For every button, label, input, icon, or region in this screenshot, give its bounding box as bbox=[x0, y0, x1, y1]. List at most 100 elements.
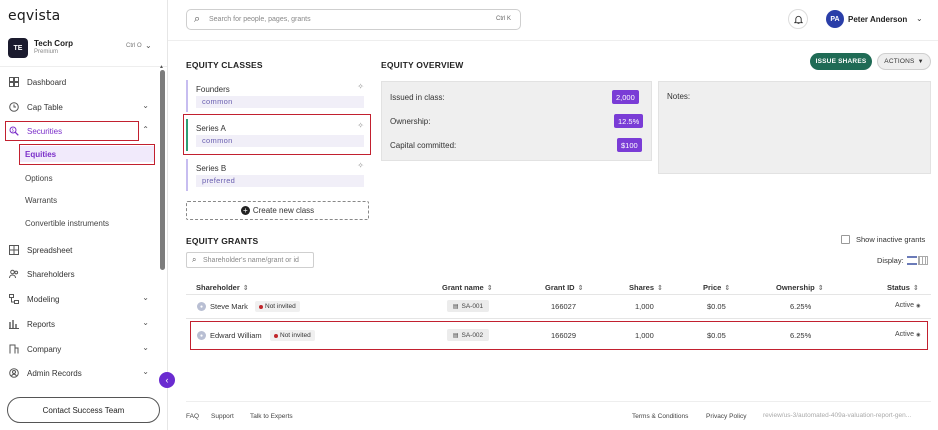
shareholder-name[interactable]: Edward William bbox=[210, 331, 262, 340]
class-name: Series A bbox=[196, 124, 226, 133]
sidebar-item-label: Dashboard bbox=[27, 77, 67, 87]
sidebar-item-modeling[interactable]: Modeling ⌄ bbox=[8, 290, 153, 308]
status-label: Active ◉ bbox=[895, 331, 921, 338]
sidebar-item-dashboard[interactable]: Dashboard bbox=[8, 73, 153, 91]
divider bbox=[0, 66, 167, 67]
sort-icon: ⇕ bbox=[577, 285, 584, 292]
sidebar-subitem-equities[interactable]: Equities bbox=[20, 146, 154, 162]
equity-classes-title: EQUITY CLASSES bbox=[186, 60, 263, 70]
caret-down-icon: ▼ bbox=[917, 58, 924, 65]
class-card-founders[interactable]: Founders common ✧ bbox=[186, 80, 368, 112]
chevron-down-icon: ⌄ bbox=[145, 41, 152, 50]
price: $0.05 bbox=[707, 302, 726, 311]
chevron-down-icon[interactable]: ⌄ bbox=[916, 14, 923, 23]
sidebar-scrollbar[interactable] bbox=[160, 70, 165, 270]
show-inactive-label: Show inactive grants bbox=[856, 235, 926, 244]
footer-link-terms[interactable]: Terms & Conditions bbox=[632, 413, 688, 420]
list-view-icon[interactable] bbox=[906, 256, 917, 265]
price: $0.05 bbox=[707, 331, 726, 340]
grant-search[interactable]: ⌕ Shareholder's name/grant or id bbox=[186, 252, 314, 268]
collapse-sidebar-icon[interactable]: ‹ bbox=[159, 372, 175, 388]
column-header-grant-id[interactable]: Grant ID ⇕ bbox=[545, 283, 583, 292]
sidebar-item-spreadsheet[interactable]: Spreadsheet bbox=[8, 241, 153, 259]
sidebar-item-label: Admin Records bbox=[27, 368, 82, 378]
user-name[interactable]: Peter Anderson bbox=[848, 15, 907, 24]
bell-icon[interactable] bbox=[788, 9, 808, 29]
column-header-ownership[interactable]: Ownership ⇕ bbox=[776, 283, 824, 292]
actions-dropdown-button[interactable]: ACTIONS ▼ bbox=[877, 53, 931, 70]
column-header-shareholder[interactable]: Shareholder ⇕ bbox=[196, 283, 249, 292]
person-icon: ● bbox=[197, 331, 206, 340]
column-header-grant-name[interactable]: Grant name ⇕ bbox=[442, 283, 493, 292]
sidebar-item-label: Reports bbox=[27, 319, 56, 329]
grant-name-badge[interactable]: ▤ SA-002 bbox=[447, 329, 489, 341]
chevron-down-icon: ⌄ bbox=[142, 343, 149, 352]
actions-label: ACTIONS bbox=[884, 58, 915, 65]
certificate-icon: ▤ bbox=[452, 332, 459, 339]
create-new-class-button[interactable]: + Create new class bbox=[186, 201, 369, 220]
grid-view-icon[interactable] bbox=[917, 256, 928, 265]
sidebar-item-securities[interactable]: $ Securities ⌃ bbox=[8, 122, 153, 140]
class-card-series-a[interactable]: Series A common ✧ bbox=[186, 119, 368, 151]
sort-icon: ⇕ bbox=[912, 285, 919, 292]
company-shortcut: Ctrl O bbox=[126, 43, 142, 49]
sidebar-item-label: Cap Table bbox=[27, 102, 63, 112]
sidebar-item-company[interactable]: Company ⌄ bbox=[8, 340, 153, 358]
chevron-up-icon: ⌃ bbox=[142, 125, 149, 134]
sidebar-item-label: Securities bbox=[27, 126, 63, 136]
chevron-down-icon: ⌄ bbox=[142, 318, 149, 327]
sidebar-item-label: Modeling bbox=[27, 294, 60, 304]
show-inactive-toggle[interactable]: Show inactive grants bbox=[841, 235, 925, 244]
issue-shares-button[interactable]: ISSUE SHARES bbox=[810, 53, 872, 70]
sidebar-item-shareholders[interactable]: Shareholders bbox=[8, 265, 153, 283]
capital-label: Capital committed: bbox=[390, 141, 457, 150]
sparkle-icon[interactable]: ✧ bbox=[357, 121, 364, 130]
table-divider bbox=[186, 318, 931, 319]
grant-search-input[interactable]: Shareholder's name/grant or id bbox=[203, 257, 299, 264]
app-logo[interactable]: eqvista bbox=[8, 8, 60, 24]
display-toggle: Display: bbox=[877, 256, 928, 265]
sidebar-subitem-warrants[interactable]: Warrants bbox=[25, 192, 57, 208]
grant-name-badge[interactable]: ▤ SA-001 bbox=[447, 300, 489, 312]
sidebar-item-cap-table[interactable]: Cap Table ⌄ bbox=[8, 98, 153, 116]
contact-success-team-button[interactable]: Contact Success Team bbox=[7, 397, 160, 423]
sparkle-icon[interactable]: ✧ bbox=[357, 161, 364, 170]
footer-link-talk-to-experts[interactable]: Talk to Experts bbox=[250, 413, 293, 420]
user-avatar[interactable]: PA bbox=[826, 10, 844, 28]
sidebar-item-reports[interactable]: Reports ⌄ bbox=[8, 315, 153, 333]
chevron-down-icon: ⌄ bbox=[142, 293, 149, 302]
company-switcher[interactable]: TE Tech Corp Premium Ctrl O ⌄ bbox=[8, 38, 153, 60]
show-inactive-checkbox[interactable] bbox=[841, 235, 850, 244]
sidebar-item-label: Shareholders bbox=[27, 269, 75, 279]
class-card-series-b[interactable]: Series B preferred ✧ bbox=[186, 159, 368, 191]
global-search[interactable]: ⌕ Search for people, pages, grants Ctrl … bbox=[186, 9, 521, 30]
chevron-down-icon: ⌄ bbox=[142, 367, 149, 376]
sparkle-icon[interactable]: ✧ bbox=[357, 82, 364, 91]
sidebar-subitem-convertible-instruments[interactable]: Convertible instruments bbox=[25, 215, 109, 231]
column-header-price[interactable]: Price ⇕ bbox=[703, 283, 730, 292]
radio-icon: ◉ bbox=[916, 332, 921, 338]
search-input[interactable]: Search for people, pages, grants bbox=[209, 16, 311, 23]
footer-link-privacy[interactable]: Privacy Policy bbox=[706, 413, 746, 420]
shareholder-name[interactable]: Steve Mark bbox=[210, 302, 248, 311]
sort-icon: ⇕ bbox=[724, 285, 731, 292]
footer-link-faq[interactable]: FAQ bbox=[186, 413, 199, 420]
company-name: Tech Corp bbox=[34, 39, 73, 48]
column-header-status[interactable]: Status ⇕ bbox=[887, 283, 919, 292]
grant-id: 166029 bbox=[551, 331, 577, 340]
create-new-class-label: Create new class bbox=[252, 206, 315, 215]
people-icon bbox=[8, 268, 20, 280]
company-plan: Premium bbox=[34, 49, 59, 55]
status-url: review/us-3/automated-409a-valuation-rep… bbox=[763, 412, 912, 419]
table-divider bbox=[186, 294, 931, 295]
ownership-value: 12.5% bbox=[614, 114, 644, 128]
grant-id: 166027 bbox=[551, 302, 577, 311]
footer-link-support[interactable]: Support bbox=[211, 413, 234, 420]
sidebar-item-admin-records[interactable]: Admin Records ⌄ bbox=[8, 364, 153, 382]
notes-panel[interactable]: Notes: bbox=[658, 81, 931, 174]
sort-icon: ⇕ bbox=[657, 285, 663, 292]
issued-value: 2,000 bbox=[612, 90, 639, 104]
clock-icon bbox=[8, 101, 20, 113]
sidebar-subitem-options[interactable]: Options bbox=[25, 170, 53, 186]
column-header-shares[interactable]: Shares ⇕ bbox=[629, 283, 663, 292]
